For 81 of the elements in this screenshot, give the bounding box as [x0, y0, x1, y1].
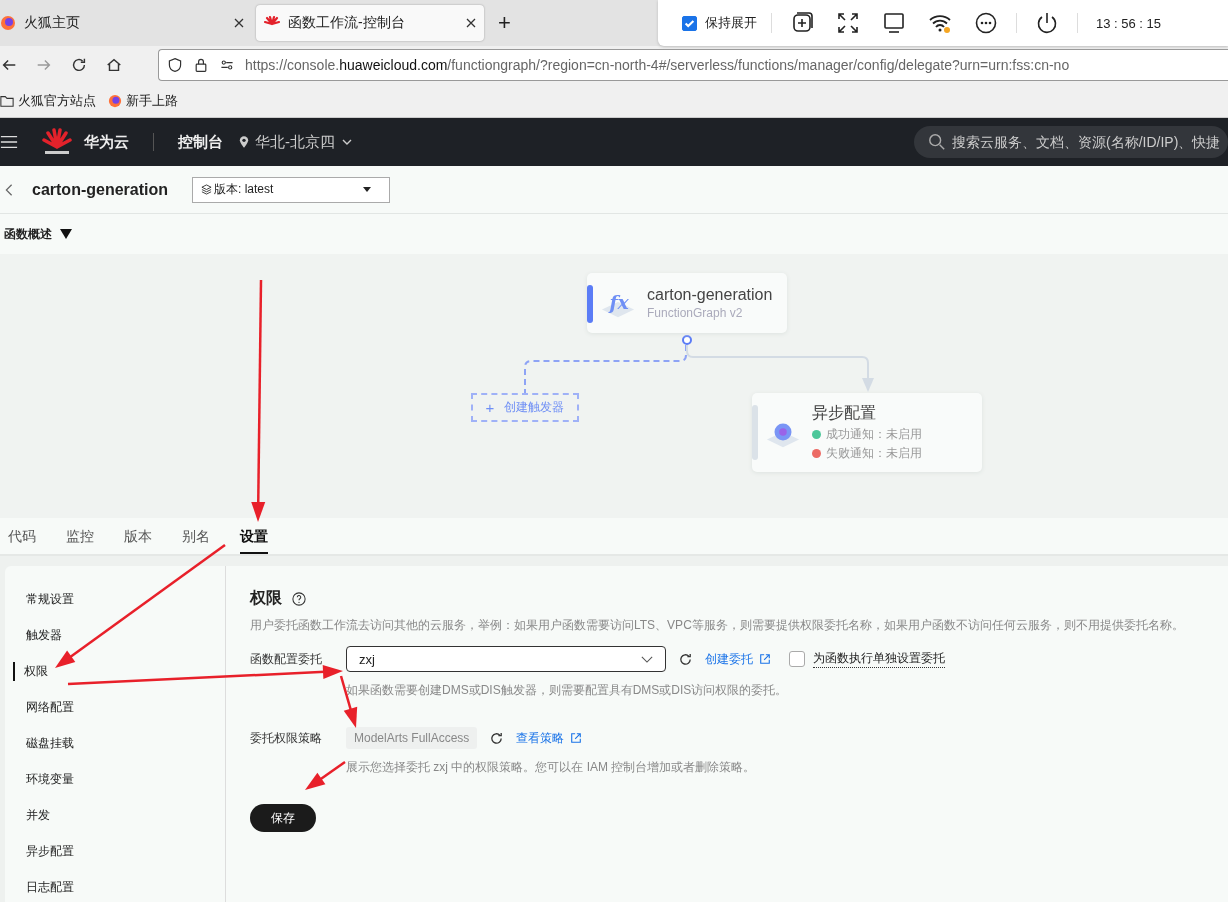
- status-text: 成功通知：未启用: [826, 426, 922, 443]
- function-node[interactable]: fx carton-generation FunctionGraph v2: [587, 273, 787, 333]
- field-label: 委托权限策略: [250, 729, 323, 747]
- section-description: 用户委托函数工作流去访问其他的云服务，举例：如果用户函数需要访问LTS、VPC等服务，则需要提供权限委托名称，如果用户函数不访问任何云服务，则不用提供委托名称。: [250, 617, 1185, 634]
- monitor-icon[interactable]: [882, 11, 906, 35]
- refresh-icon[interactable]: [489, 730, 505, 746]
- search-field[interactable]: 搜索云服务、文档、资源(名称/ID/IP)、快捷: [914, 126, 1228, 158]
- browser-logo-icon: [108, 93, 122, 108]
- node-subtitle: FunctionGraph v2: [647, 306, 744, 320]
- more-icon[interactable]: [974, 11, 998, 35]
- sidebar-item[interactable]: 环境变量: [5, 770, 225, 789]
- field-hint: 展示您选择委托 zxj 中的权限策略。您可以在 IAM 控制台增加或者删除策略。: [346, 759, 757, 776]
- sidebar-item[interactable]: 并发: [5, 806, 225, 825]
- close-icon[interactable]: [234, 18, 244, 28]
- add-window-icon[interactable]: [790, 11, 814, 35]
- clock-time: 13 : 56 : 15: [1096, 15, 1162, 31]
- chevron-down-icon: [641, 655, 653, 663]
- bookmark[interactable]: 火狐官方站点: [0, 91, 96, 110]
- flower-logo-icon[interactable]: [42, 127, 72, 157]
- sidebar-item[interactable]: 磁盘挂载: [5, 734, 225, 753]
- connection-handle[interactable]: [682, 335, 692, 345]
- status-text: 失败通知：未启用: [826, 445, 922, 462]
- tab-title: 函数工作流-控制台: [288, 14, 406, 32]
- power-icon[interactable]: [1035, 11, 1059, 35]
- region-selector[interactable]: 华北-北京四: [239, 132, 353, 152]
- annotation-arrow: [305, 760, 346, 790]
- sidebar-item[interactable]: 异步配置: [5, 842, 225, 861]
- reload-icon[interactable]: [70, 56, 88, 74]
- save-button[interactable]: 保存: [250, 804, 316, 832]
- sidebar-item[interactable]: 触发器: [5, 626, 225, 645]
- policy-tag: ModelArts FullAccess: [346, 727, 478, 749]
- url-text: https://console.huaweicloud.com/functiongraph/?region=cn-north-4#/serverless/functions/manager/config/delegate?urn=urn:fss:cn-no: [245, 57, 1070, 73]
- view-policy-link[interactable]: 查看策略: [516, 729, 583, 747]
- help-icon[interactable]: [292, 591, 306, 606]
- version-select[interactable]: 版本: latest: [192, 176, 390, 203]
- separate-delegation-checkbox[interactable]: 为函数执行单独设置委托: [789, 650, 945, 668]
- external-link-icon: [759, 653, 771, 665]
- back-chevron-icon[interactable]: [4, 182, 14, 197]
- browser-tab[interactable]: 火狐主页: [0, 5, 252, 41]
- tab-title: 火狐主页: [24, 14, 81, 32]
- tab[interactable]: 版本: [124, 528, 152, 554]
- new-tab-button[interactable]: +: [488, 10, 521, 36]
- fullscreen-icon[interactable]: [836, 11, 860, 35]
- section-title: 权限: [250, 588, 282, 608]
- tab[interactable]: 代码: [8, 528, 36, 554]
- keep-expanded-checkbox[interactable]: 保持展开: [682, 14, 757, 32]
- tab[interactable]: 设置: [240, 528, 268, 554]
- checkbox[interactable]: [682, 15, 697, 31]
- brand-name[interactable]: 华为云: [84, 132, 129, 152]
- sidebar-item[interactable]: 网络配置: [5, 698, 225, 717]
- delegation-select[interactable]: zxj: [346, 646, 666, 672]
- external-link-icon: [570, 732, 583, 744]
- field-hint: 如果函数需要创建DMS或DIS触发器，则需要配置具有DMS或DIS访问权限的委托。: [346, 682, 789, 699]
- overview-toggle[interactable]: 函数概述: [4, 225, 52, 243]
- lock-icon: [193, 57, 209, 73]
- create-delegation-link[interactable]: 创建委托: [705, 650, 771, 668]
- function-name: carton-generation: [32, 180, 168, 199]
- sidebar-item[interactable]: 常规设置: [5, 590, 225, 609]
- async-node[interactable]: 异步配置 成功通知：未启用 失败通知：未启用: [752, 393, 982, 472]
- browser-tab[interactable]: 函数工作流-控制台: [256, 5, 484, 41]
- home-icon[interactable]: [105, 56, 123, 74]
- folder-icon: [0, 93, 14, 108]
- sidebar-item[interactable]: 日志配置: [5, 878, 225, 897]
- node-title: carton-generation: [647, 286, 773, 304]
- address-bar[interactable]: https://console.huaweicloud.com/functiongraph/?region=cn-north-4#/serverless/functions/manager/config/delegate?urn=urn:fss:cn-no: [158, 49, 1228, 81]
- node-title: 异步配置: [812, 403, 877, 423]
- permissions-icon: [219, 57, 235, 73]
- tab[interactable]: 别名: [182, 528, 210, 554]
- console-link[interactable]: 控制台: [178, 132, 223, 152]
- close-icon[interactable]: [466, 18, 476, 28]
- bookmark[interactable]: 新手上路: [108, 91, 178, 110]
- shield-icon: [167, 57, 183, 73]
- location-pin-icon: [239, 135, 249, 149]
- layers-icon: [201, 184, 212, 195]
- dropdown-triangle-icon[interactable]: [60, 229, 72, 239]
- refresh-icon[interactable]: [678, 651, 693, 667]
- browser-logo-icon: [0, 15, 16, 31]
- menu-icon[interactable]: [0, 133, 18, 151]
- search-icon: [928, 133, 946, 151]
- field-label: 函数配置委托: [250, 650, 323, 668]
- tab[interactable]: 监控: [66, 528, 94, 554]
